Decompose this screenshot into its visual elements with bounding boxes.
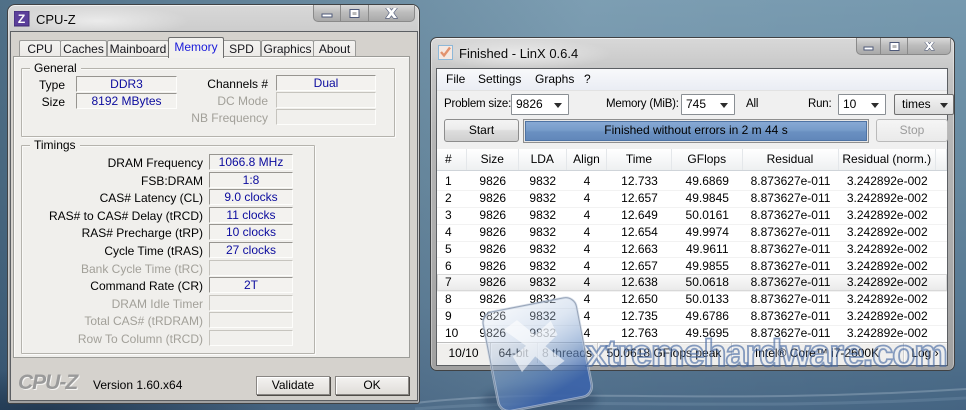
svg-text:Z: Z <box>18 12 25 26</box>
